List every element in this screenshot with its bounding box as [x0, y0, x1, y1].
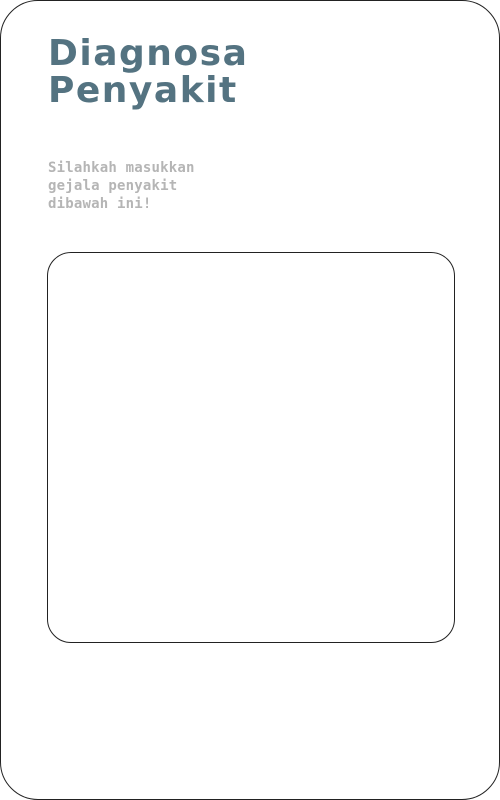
instruction-line-1: Silahkah masukkan [48, 160, 195, 176]
instruction-text: Silahkah masukkan gejala penyakit dibawa… [48, 159, 195, 213]
app-screen: Diagnosa Penyakit Silahkah masukkan geja… [0, 0, 500, 800]
instruction-line-2: gejala penyakit [48, 178, 178, 194]
page-title-line-1: Diagnosa [48, 33, 249, 74]
symptom-input[interactable] [48, 253, 454, 642]
page-title-line-2: Penyakit [48, 70, 238, 111]
page-title: Diagnosa Penyakit [48, 35, 248, 109]
symptom-input-container [47, 252, 455, 643]
instruction-line-3: dibawah ini! [48, 196, 152, 212]
